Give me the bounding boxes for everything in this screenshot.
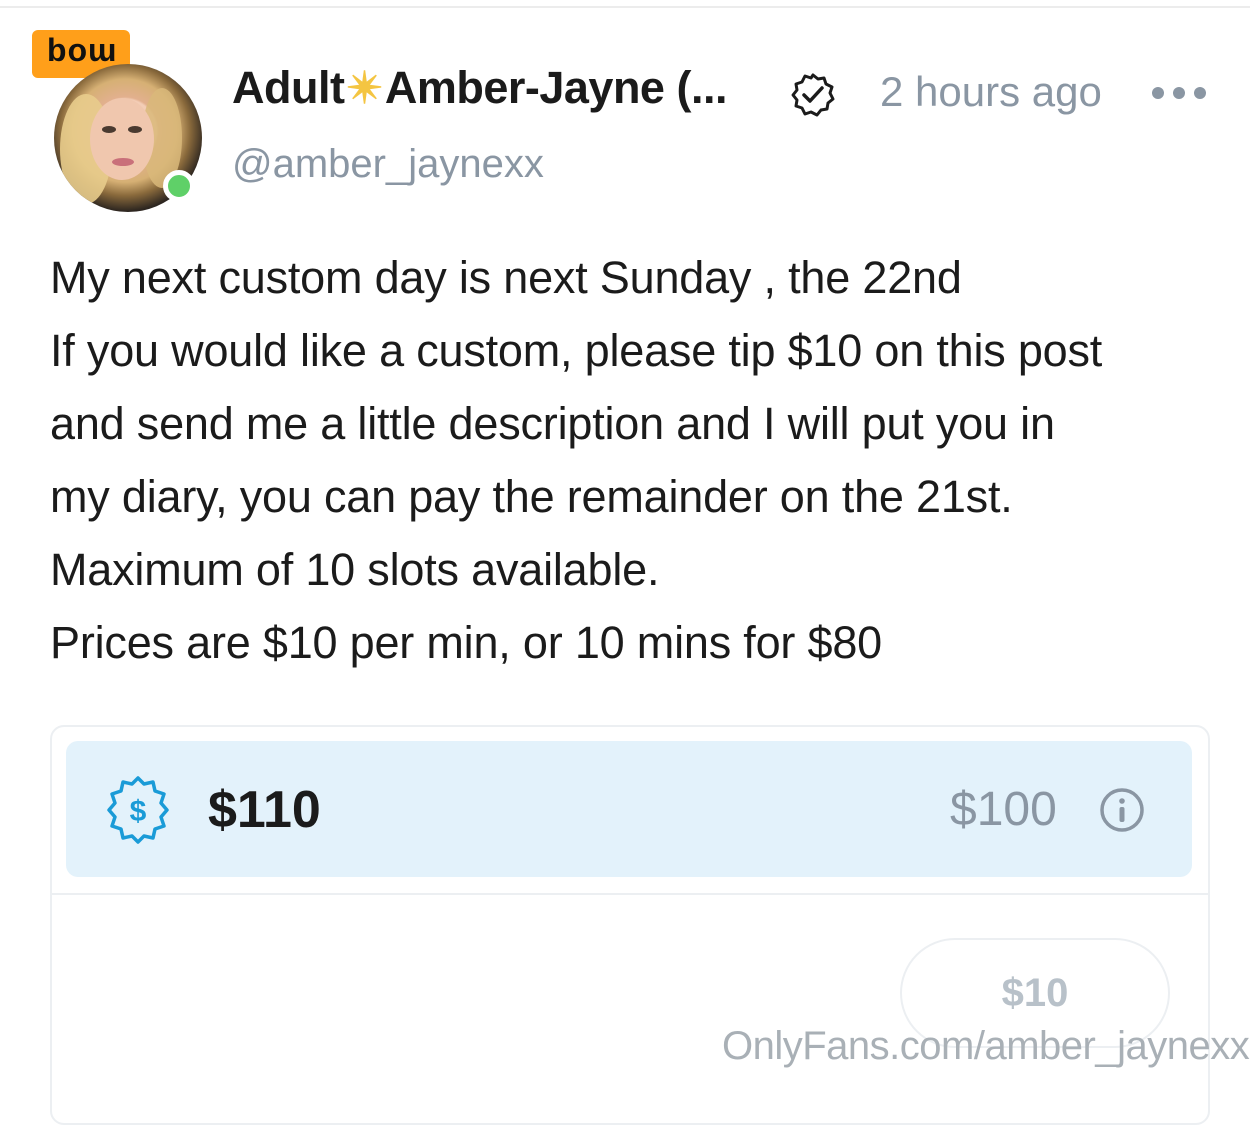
- author-name-rest: Amber-Jayne (...: [384, 62, 728, 113]
- info-icon[interactable]: [1098, 786, 1146, 834]
- avatar-eye: [128, 126, 142, 133]
- post-body-line: my diary, you can pay the remainder on t…: [50, 471, 1013, 522]
- post-body-line: If you would like a custom, please tip $…: [50, 325, 1103, 376]
- post-body: My next custom day is next Sunday , the …: [50, 246, 1230, 684]
- online-status-indicator: [163, 170, 195, 202]
- card-divider: [52, 893, 1208, 895]
- post-body-line: and send me a little description and I w…: [50, 398, 1055, 449]
- avatar-face: [90, 98, 154, 180]
- author-name-prefix: Adult: [232, 62, 345, 113]
- avatar-eye: [102, 126, 116, 133]
- author-display-name[interactable]: Adult✴Amber-Jayne (...: [232, 62, 772, 114]
- tip-target-amount: $100: [950, 783, 1057, 836]
- tip-collected-amount: $110: [208, 781, 321, 839]
- top-divider: [0, 6, 1250, 8]
- dollar-badge-icon: $: [107, 776, 169, 844]
- author-handle[interactable]: @amber_jaynexx: [232, 142, 544, 187]
- post-body-line: Prices are $10 per min, or 10 mins for $…: [50, 617, 882, 668]
- post-timestamp: 2 hours ago: [880, 68, 1102, 115]
- post-body-line: My next custom day is next Sunday , the …: [50, 252, 962, 303]
- svg-text:$: $: [130, 795, 147, 828]
- star-icon: ✴: [346, 64, 383, 113]
- avatar-lips: [112, 158, 134, 166]
- more-dots-icon[interactable]: [1150, 84, 1208, 102]
- post-body-line: Maximum of 10 slots available.: [50, 544, 660, 595]
- source-watermark: OnlyFans.com/amber_jaynexx: [722, 1024, 1250, 1068]
- verified-badge-icon: [791, 73, 835, 117]
